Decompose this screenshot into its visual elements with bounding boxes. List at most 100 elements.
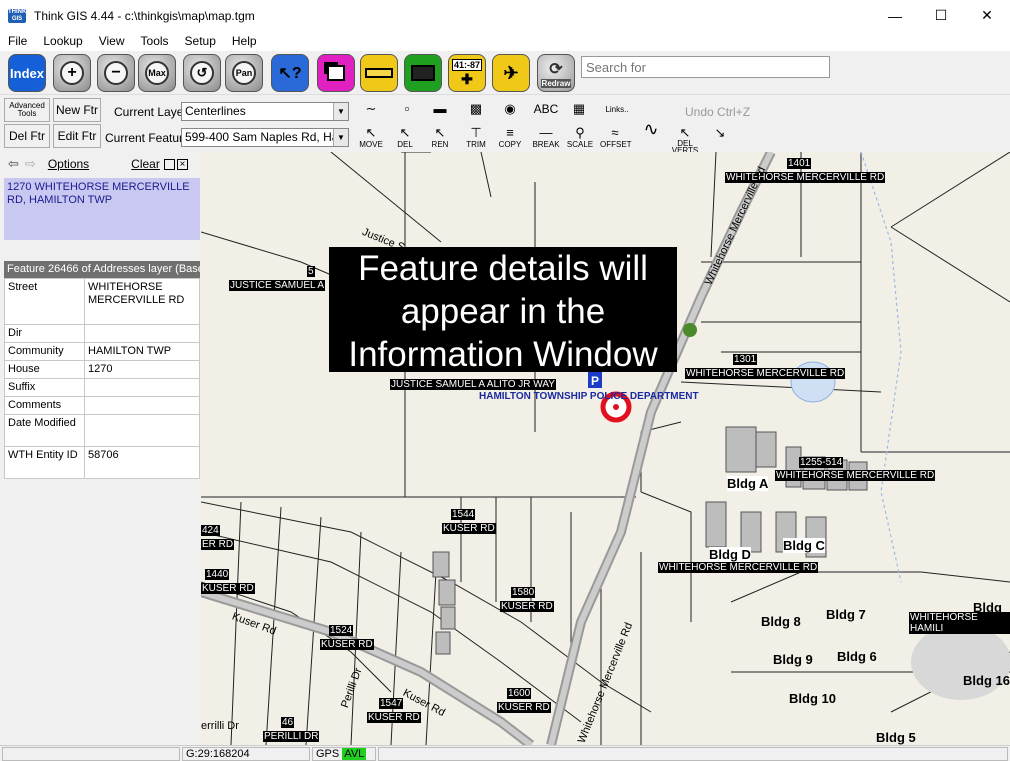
minimize-button[interactable]: — [872, 0, 918, 31]
map-label: WHITEHORSE MERCERVILLE RD [658, 562, 819, 573]
helicopter-icon: ✈ [503, 62, 519, 83]
undo-zoom-icon: ↺ [190, 61, 214, 85]
identify-button[interactable]: ↖? [271, 54, 309, 92]
image-tool[interactable]: ▦ [564, 102, 594, 116]
field-name: Street [4, 278, 85, 325]
zoom-out-button[interactable]: − [97, 54, 135, 92]
field-value[interactable] [84, 396, 200, 415]
status-cell-blank [378, 747, 1008, 761]
map-label: WHITEHORSE HAMILI [909, 612, 1010, 634]
map-label: Perilli Dr [339, 666, 365, 710]
zoom-max-button[interactable]: Max [138, 54, 176, 92]
draw-circle-tool[interactable]: ◉ [495, 102, 525, 116]
field-value[interactable] [84, 414, 200, 447]
restore-icon[interactable] [163, 158, 175, 170]
layers-button[interactable] [317, 54, 355, 92]
field-name: House [4, 360, 85, 379]
max-label: Max [148, 68, 166, 78]
redraw-button[interactable]: ⟳ Redraw [537, 54, 575, 92]
current-feature-select[interactable]: 599-400 Sam Naples Rd, Hami ▼ [181, 128, 349, 147]
map-label: 1255-514 [799, 457, 844, 468]
menu-lookup[interactable]: Lookup [35, 34, 90, 48]
delete-vertices-tool[interactable]: ↖ DEL VERTS [670, 126, 700, 155]
menu-file[interactable]: File [0, 34, 35, 48]
advanced-tools-label: Advanced Tools [9, 101, 45, 118]
trim-tool[interactable]: ⊤ TRIM [461, 126, 491, 150]
table-row: Dir [4, 324, 200, 343]
map-label: errilli Dr [201, 720, 239, 732]
draw-point-tool[interactable]: ▫ [392, 102, 422, 116]
field-value[interactable]: HAMILTON TWP [84, 342, 200, 361]
clear-link[interactable]: Clear [131, 157, 160, 171]
current-feature-value: 599-400 Sam Naples Rd, Hami [185, 130, 349, 144]
menu-tools[interactable]: Tools [133, 34, 177, 48]
menu-setup[interactable]: Setup [177, 34, 224, 48]
map-label: Bldg 5 [876, 730, 916, 745]
map-label: Whitehorse Mercerville Rd [575, 620, 636, 745]
rename-tool[interactable]: ↖ REN [425, 126, 455, 150]
links-label: Links.. [605, 105, 629, 114]
map-label: PERILLI DR [263, 731, 320, 742]
field-value[interactable] [84, 378, 200, 397]
table-row: Street WHITEHORSE MERCERVILLE RD [4, 278, 200, 325]
advanced-tools-button[interactable]: Advanced Tools [4, 98, 50, 122]
field-value[interactable] [84, 324, 200, 343]
close-button[interactable]: ✕ [964, 0, 1010, 31]
offset-tool[interactable]: ≈ OFFSET [600, 126, 632, 150]
map-labels: 1401 WHITEHORSE MERCERVILLE RD Justice S… [201, 152, 1010, 745]
printer-icon [411, 65, 435, 81]
field-value[interactable]: WHITEHORSE MERCERVILLE RD [84, 278, 200, 325]
delete-tool[interactable]: ↖ DEL [390, 126, 420, 150]
back-arrow-icon[interactable]: ⇦ [8, 156, 19, 172]
map-label: JUSTICE SAMUEL A ALITO JR WAY [390, 379, 556, 390]
draw-polygon-tool[interactable]: ▬ [425, 102, 455, 116]
scale-tool[interactable]: ⚲ SCALE [565, 125, 595, 150]
field-value[interactable]: 1270 [84, 360, 200, 379]
zoom-previous-button[interactable]: ↺ [183, 54, 221, 92]
map-label: 46 [281, 717, 295, 728]
edit-toolbar: Advanced Tools New Ftr Del Ftr Edit Ftr … [0, 96, 1010, 155]
current-layer-select[interactable]: Centerlines ▼ [181, 102, 349, 121]
smooth-tool[interactable]: ∿ [636, 120, 666, 138]
label-tool[interactable]: ABC [531, 102, 561, 116]
gps-status-label: GPS [316, 748, 340, 760]
break-tool[interactable]: — BREAK [531, 126, 561, 150]
field-value[interactable]: 58706 [84, 446, 200, 479]
close-icon[interactable]: × [176, 158, 188, 170]
magnifier-icon: ⚲ [575, 125, 585, 140]
undo-button[interactable]: Undo Ctrl+Z [685, 105, 750, 119]
index-button[interactable]: Index [8, 54, 46, 92]
line-tool[interactable]: ↘ [705, 126, 735, 140]
draw-line-tool[interactable]: ∼ [356, 102, 386, 116]
point-icon: ▫ [404, 101, 410, 116]
gps-button[interactable]: 41:-87 ✚ [448, 54, 486, 92]
search-input[interactable] [581, 56, 830, 78]
zoom-in-button[interactable]: + [53, 54, 91, 92]
map-canvas[interactable]: P 1401 WHITEHORSE MERCERVILLE RD Justice… [201, 152, 1010, 745]
copy-tool[interactable]: ≡ COPY [495, 126, 525, 150]
print-button[interactable] [404, 54, 442, 92]
menu-view[interactable]: View [91, 34, 133, 48]
map-label: 1401 [787, 158, 812, 169]
maximize-button[interactable]: ☐ [918, 0, 964, 31]
measure-button[interactable] [360, 54, 398, 92]
pan-button[interactable]: Pan [225, 54, 263, 92]
new-feature-button[interactable]: New Ftr [53, 98, 101, 122]
links-button[interactable]: Links.. [600, 105, 634, 114]
polyline-icon: ∼ [365, 101, 377, 116]
avl-status-badge: AVL [342, 748, 367, 760]
menu-bar: File Lookup View Tools Setup Help [0, 31, 1010, 51]
edit-feature-button[interactable]: Edit Ftr [53, 124, 101, 148]
options-link[interactable]: Options [48, 157, 89, 171]
menu-help[interactable]: Help [224, 34, 265, 48]
map-label: HAMILTON TOWNSHIP POLICE DEPARTMENT [479, 391, 699, 402]
draw-rect-tool[interactable]: ▩ [461, 102, 491, 116]
zoom-out-icon: − [104, 61, 128, 85]
table-row: Community HAMILTON TWP [4, 342, 200, 361]
move-tool[interactable]: ↖ MOVE [356, 126, 386, 150]
table-row: Suffix [4, 378, 200, 397]
avl-button[interactable]: ✈ [492, 54, 530, 92]
zoom-max-icon: Max [145, 61, 169, 85]
delete-feature-button[interactable]: Del Ftr [4, 124, 50, 148]
forward-arrow-icon[interactable]: ⇨ [25, 156, 36, 172]
